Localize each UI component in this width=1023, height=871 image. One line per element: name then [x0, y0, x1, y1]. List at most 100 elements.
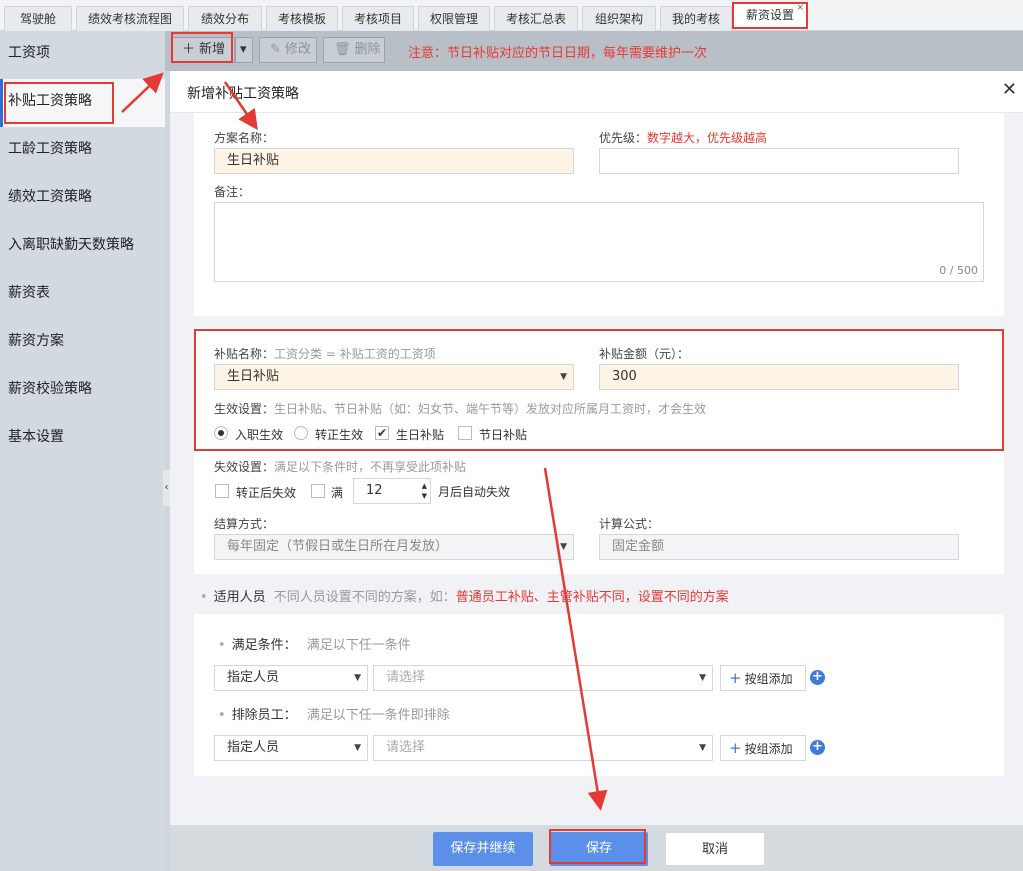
checkbox-invalid-full[interactable]: [311, 484, 325, 498]
delete-button[interactable]: 🗑 删除: [323, 37, 385, 63]
close-icon[interactable]: ✕: [1002, 79, 1017, 100]
highlight-box-sidebar: [4, 82, 114, 124]
checkbox-invalid-after-regular[interactable]: [215, 484, 229, 498]
meet-condition-label: • 满足条件： 满足以下任一条件: [218, 634, 411, 653]
applicable-title: 适用人员: [213, 590, 266, 605]
priority-label-text: 优先级：: [599, 131, 648, 145]
add-condition-icon[interactable]: +: [810, 670, 825, 685]
option-label: 转正后失效: [236, 486, 297, 500]
sidebar-item-label: 薪资方案: [8, 333, 64, 349]
sidebar-item-basic-settings[interactable]: 基本设置: [0, 415, 165, 463]
edit-button[interactable]: ✎ 修改: [259, 37, 317, 63]
maintenance-notice: 注意：节日补贴对应的节日日期，每年需要维护一次: [408, 46, 708, 61]
select-placeholder: 请选择: [386, 740, 426, 755]
sidebar-item-label: 入离职缺勤天数策略: [8, 237, 134, 253]
tab-template[interactable]: 考核模板: [266, 6, 338, 31]
sidebar-item-attendance-strategy[interactable]: 入离职缺勤天数策略: [0, 223, 165, 271]
priority-hint: 数字越大，优先级越高: [647, 131, 768, 145]
tab-summary[interactable]: 考核汇总表: [494, 6, 578, 31]
priority-input[interactable]: [599, 148, 959, 174]
tab-cockpit[interactable]: 驾驶舱: [4, 6, 72, 31]
delete-button-label: 删除: [354, 42, 381, 57]
bullet-icon: •: [200, 590, 208, 605]
collapse-sidebar-icon[interactable]: ‹: [163, 470, 170, 506]
applicable-heading: • 适用人员 不同人员设置不同的方案，如：普通员工补贴、主管补贴不同，设置不同的方案: [200, 586, 729, 605]
group-add-label: 按组添加: [744, 672, 793, 686]
sidebar-item-performance-strategy[interactable]: 绩效工资策略: [0, 175, 165, 223]
drawer-header: 新增补贴工资策略 ✕: [170, 71, 1023, 113]
sidebar-item-seniority-strategy[interactable]: 工龄工资策略: [0, 127, 165, 175]
sidebar-item-label: 绩效工资策略: [8, 189, 92, 205]
priority-label: 优先级：数字越大，优先级越高: [599, 129, 767, 146]
sidebar-item-label: 工龄工资策略: [8, 141, 92, 157]
sidebar-item-label: 薪资校验策略: [8, 381, 92, 397]
tab-my-assessment[interactable]: 我的考核: [660, 6, 732, 31]
months-stepper[interactable]: 12 ▲ ▼: [353, 478, 431, 504]
settle-select[interactable]: 每年固定（节假日或生日所在月发放） ▼: [214, 534, 574, 560]
scheme-name-input[interactable]: 生日补贴: [214, 148, 574, 174]
sidebar-item-validation-strategy[interactable]: 薪资校验策略: [0, 367, 165, 415]
save-continue-button[interactable]: 保存并继续: [433, 832, 533, 866]
exclude-label-text: 排除员工：: [231, 708, 297, 723]
meet-hint: 满足以下任一条件: [306, 638, 411, 653]
tab-label: 驾驶舱: [19, 12, 56, 26]
caret-down-icon: ▼: [354, 743, 361, 753]
trash-icon: 🗑: [334, 42, 351, 57]
meet-type-select[interactable]: 指定人员 ▼: [214, 665, 368, 691]
group-add-label: 按组添加: [744, 742, 793, 756]
meet-people-select[interactable]: 请选择 ▼: [373, 665, 713, 691]
tab-label: 权限管理: [429, 12, 478, 26]
applicable-card: • 满足条件： 满足以下任一条件 指定人员 ▼ 请选择 ▼ + 按组添加 + • 排除员工：…: [194, 614, 1004, 776]
exclude-type-select[interactable]: 指定人员 ▼: [214, 735, 368, 761]
formula-label: 计算公式：: [599, 517, 660, 531]
meet-group-add-button[interactable]: + 按组添加: [720, 665, 806, 691]
settle-value: 每年固定（节假日或生日所在月发放）: [227, 539, 449, 554]
sidebar-item-label: 薪资表: [8, 285, 50, 301]
months-value: 12: [366, 483, 383, 498]
edit-icon: ✎: [270, 42, 281, 57]
tab-salary-settings[interactable]: 薪资设置 ×: [732, 2, 808, 29]
remark-textarea[interactable]: 0 / 500: [214, 202, 984, 282]
bullet-icon: •: [218, 708, 226, 723]
option-label: 月后自动失效: [438, 485, 511, 499]
meet-type-value: 指定人员: [227, 670, 280, 685]
caret-down-icon: ▼: [560, 542, 567, 552]
highlight-box-save: [549, 829, 646, 864]
applicable-hint: 不同人员设置不同的方案，如：: [273, 590, 456, 605]
stepper-arrows-icon[interactable]: ▲ ▼: [422, 481, 427, 501]
tab-label: 考核模板: [277, 12, 326, 26]
remark-counter: 0 / 500: [939, 264, 978, 277]
tab-distribution[interactable]: 绩效分布: [188, 6, 262, 31]
add-dropdown-button[interactable]: ▾: [235, 37, 253, 63]
option-label: 满: [331, 486, 344, 500]
sidebar-item-salary-plan[interactable]: 薪资方案: [0, 319, 165, 367]
sidebar-item-salary-table[interactable]: 薪资表: [0, 271, 165, 319]
scheme-name-label: 方案名称：: [214, 131, 275, 145]
meet-label-text: 满足条件：: [231, 638, 297, 653]
tab-label: 薪资设置: [745, 8, 794, 22]
sidebar-item-label: 工资项: [8, 45, 50, 61]
add-exclude-icon[interactable]: +: [810, 740, 825, 755]
plus-icon: +: [729, 739, 742, 757]
exclude-people-select[interactable]: 请选择 ▼: [373, 735, 713, 761]
select-placeholder: 请选择: [386, 670, 426, 685]
tab-org[interactable]: 组织架构: [582, 6, 656, 31]
exclude-type-value: 指定人员: [227, 740, 280, 755]
tab-items[interactable]: 考核项目: [342, 6, 414, 31]
sidebar-item-label: 基本设置: [8, 429, 64, 445]
cancel-button[interactable]: 取消: [665, 832, 765, 866]
drawer-title: 新增补贴工资策略: [187, 86, 299, 102]
invalid-setting-label: 失效设置：满足以下条件时，不再享受此项补贴: [214, 458, 466, 475]
close-icon[interactable]: ×: [796, 2, 804, 14]
exclude-group-add-button[interactable]: + 按组添加: [720, 735, 806, 761]
tab-label: 考核项目: [353, 12, 402, 26]
plus-icon: +: [729, 669, 742, 687]
tab-permission[interactable]: 权限管理: [418, 6, 490, 31]
tab-flowchart[interactable]: 绩效考核流程图: [76, 6, 184, 31]
tab-label: 绩效分布: [200, 12, 249, 26]
sidebar-item-salary-items[interactable]: 工资项: [0, 31, 165, 79]
highlight-box-add: [171, 32, 233, 63]
toolbar: ＋新增 ▾ ✎ 修改 🗑 删除 注意：节日补贴对应的节日日期，每年需要维护一次: [165, 31, 1023, 71]
tab-label: 我的考核: [671, 12, 720, 26]
caret-down-icon: ▼: [354, 673, 361, 683]
